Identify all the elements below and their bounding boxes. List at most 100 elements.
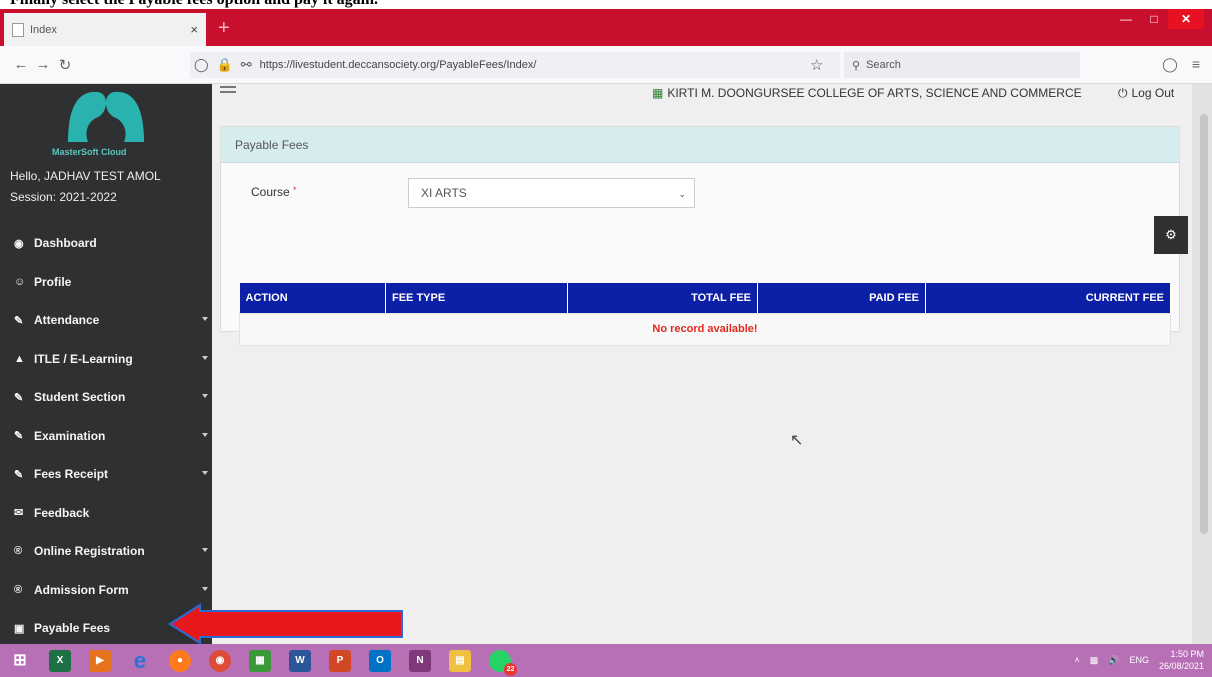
comments-icon: ✉: [14, 507, 24, 520]
pencil-icon: ✎: [14, 468, 24, 481]
outlook-icon: O: [369, 649, 391, 672]
course-select[interactable]: XI ARTS ⌄: [408, 178, 695, 208]
sidebar-item-examination[interactable]: ✎ Examination: [0, 417, 212, 456]
logout-button[interactable]: ⏻ Log Out: [1118, 86, 1174, 101]
start-button[interactable]: ⊞: [0, 644, 40, 677]
sidebar-item-label: Feedback: [34, 505, 90, 520]
page-icon: [12, 22, 24, 37]
top-caption: Finally select the Payable fees option a…: [0, 0, 1212, 9]
windows-taskbar: ⊞ X ▶ e ● ◉ ▦ W P O N ▤ 22 ˄ ▩ 🔊 ENG 1:5…: [0, 644, 1212, 677]
course-label: Course *: [251, 185, 297, 199]
network-icon[interactable]: ▩: [1090, 655, 1099, 666]
fee-table: ACTION FEE TYPE TOTAL FEE PAID FEE CURRE…: [239, 283, 1171, 346]
search-placeholder: Search: [866, 59, 901, 71]
taskbar-explorer[interactable]: ▤: [440, 644, 480, 677]
scrollbar[interactable]: [1192, 84, 1212, 644]
internet-explorer-icon: e: [133, 647, 147, 673]
col-current-fee: CURRENT FEE: [925, 283, 1171, 313]
browser-navbar: ← → ↻ ◯ 🔒 ⚯ https://livestudent.deccanso…: [0, 46, 1212, 84]
search-input[interactable]: ⚲ Search: [844, 52, 1080, 78]
back-icon[interactable]: ←: [10, 56, 32, 73]
clock-date: 26/08/2021: [1158, 661, 1204, 671]
menu-icon[interactable]: ≡: [1192, 56, 1200, 73]
notification-badge: 22: [504, 662, 517, 676]
tab-close-icon[interactable]: ×: [190, 22, 198, 37]
store-icon: ▦: [249, 649, 271, 672]
sidebar-item-online-registration[interactable]: ® Online Registration: [0, 532, 212, 571]
pocket-icon[interactable]: ◯: [1162, 56, 1178, 73]
onenote-icon: N: [409, 649, 431, 672]
whatsapp-icon: 22: [489, 649, 517, 676]
sidebar-item-attendance[interactable]: ✎ Attendance: [0, 301, 212, 340]
taskbar-firefox[interactable]: ●: [160, 644, 200, 677]
taskbar-whatsapp[interactable]: 22: [480, 644, 520, 677]
taskbar-excel[interactable]: X: [40, 644, 80, 677]
session-text: Session: 2021-2022: [10, 190, 117, 204]
language-indicator[interactable]: ENG: [1129, 655, 1149, 665]
url-text: https://livestudent.deccansociety.org/Pa…: [259, 59, 537, 71]
forward-icon[interactable]: →: [32, 56, 54, 73]
logo-text: MasterSoft Cloud: [52, 147, 127, 157]
chevron-down-icon: [202, 432, 208, 437]
tray-chevron-icon[interactable]: ˄: [1074, 655, 1079, 665]
building-icon: ▦: [652, 86, 664, 100]
pencil-icon: ✎: [14, 314, 24, 327]
settings-gear-icon[interactable]: ⚙: [1154, 216, 1188, 254]
registered-icon: ®: [14, 545, 23, 558]
col-paid-fee: PAID FEE: [757, 283, 926, 313]
taskbar-store[interactable]: ▦: [240, 644, 280, 677]
col-fee-type: FEE TYPE: [385, 283, 568, 313]
col-total-fee: TOTAL FEE: [567, 283, 758, 313]
course-label-text: Course: [251, 185, 290, 199]
browser-tab-bar: Index × + — □ ✕: [0, 9, 1212, 46]
graduation-cap-icon: ▲: [14, 352, 25, 365]
powerpoint-icon: P: [329, 649, 351, 672]
hamburger-icon[interactable]: [220, 86, 236, 96]
bookmark-star-icon[interactable]: ☆: [810, 56, 823, 74]
taskbar-word[interactable]: W: [280, 644, 320, 677]
browser-tab[interactable]: Index ×: [4, 13, 206, 46]
mouse-cursor-icon: ↖: [790, 432, 804, 449]
sidebar-item-itle[interactable]: ▲ ITLE / E-Learning: [0, 340, 212, 379]
sidebar-item-dashboard[interactable]: ◉ Dashboard: [0, 224, 212, 263]
mastersoft-logo: [68, 91, 144, 142]
sidebar-item-student-section[interactable]: ✎ Student Section: [0, 378, 212, 417]
taskbar-media[interactable]: ▶: [80, 644, 120, 677]
dashboard-icon: ◉: [14, 237, 24, 250]
sidebar-item-label: ITLE / E-Learning: [34, 351, 133, 366]
required-marker: *: [293, 185, 297, 195]
maximize-icon[interactable]: □: [1140, 9, 1168, 29]
sidebar-item-fees-receipt[interactable]: ✎ Fees Receipt: [0, 455, 212, 494]
search-icon: ⚲: [852, 59, 861, 72]
college-name: ▦ KIRTI M. DOONGURSEE COLLEGE OF ARTS, SC…: [652, 86, 1082, 100]
taskbar-powerpoint[interactable]: P: [320, 644, 360, 677]
power-icon: ⏻: [1118, 86, 1128, 100]
windows-icon: ⊞: [13, 651, 27, 669]
sidebar-item-profile[interactable]: ☺ Profile: [0, 263, 212, 302]
key-icon: ⚯: [240, 57, 252, 72]
scrollbar-thumb[interactable]: [1200, 114, 1208, 534]
chevron-down-icon: [202, 394, 208, 398]
clock[interactable]: 1:50 PM 26/08/2021: [1159, 648, 1204, 672]
sidebar-item-label: Fees Receipt: [34, 467, 109, 482]
sidebar-item-label: Admission Form: [34, 582, 129, 597]
sidebar: MasterSoft Cloud Hello, JADHAV TEST AMOL…: [0, 84, 212, 644]
taskbar-onenote[interactable]: N: [400, 644, 440, 677]
sidebar-item-label: Dashboard: [34, 236, 97, 251]
reload-icon[interactable]: ↻: [54, 56, 76, 74]
volume-icon[interactable]: 🔊: [1108, 655, 1119, 666]
user-icon: ☺: [14, 275, 26, 288]
word-icon: W: [289, 649, 311, 672]
sidebar-item-label: Profile: [34, 274, 72, 289]
folder-icon: ▤: [449, 649, 471, 672]
sidebar-item-feedback[interactable]: ✉ Feedback: [0, 494, 212, 533]
minimize-icon[interactable]: —: [1112, 9, 1140, 29]
address-bar[interactable]: ◯ 🔒 ⚯ https://livestudent.deccansociety.…: [190, 52, 840, 78]
close-window-icon[interactable]: ✕: [1168, 9, 1204, 29]
taskbar-chrome[interactable]: ◉: [200, 644, 240, 677]
user-greeting: Hello, JADHAV TEST AMOL Session: 2021-20…: [10, 166, 161, 208]
taskbar-outlook[interactable]: O: [360, 644, 400, 677]
taskbar-ie[interactable]: e: [120, 644, 160, 677]
new-tab-button[interactable]: +: [218, 17, 230, 40]
course-selected-value: XI ARTS: [421, 186, 467, 200]
